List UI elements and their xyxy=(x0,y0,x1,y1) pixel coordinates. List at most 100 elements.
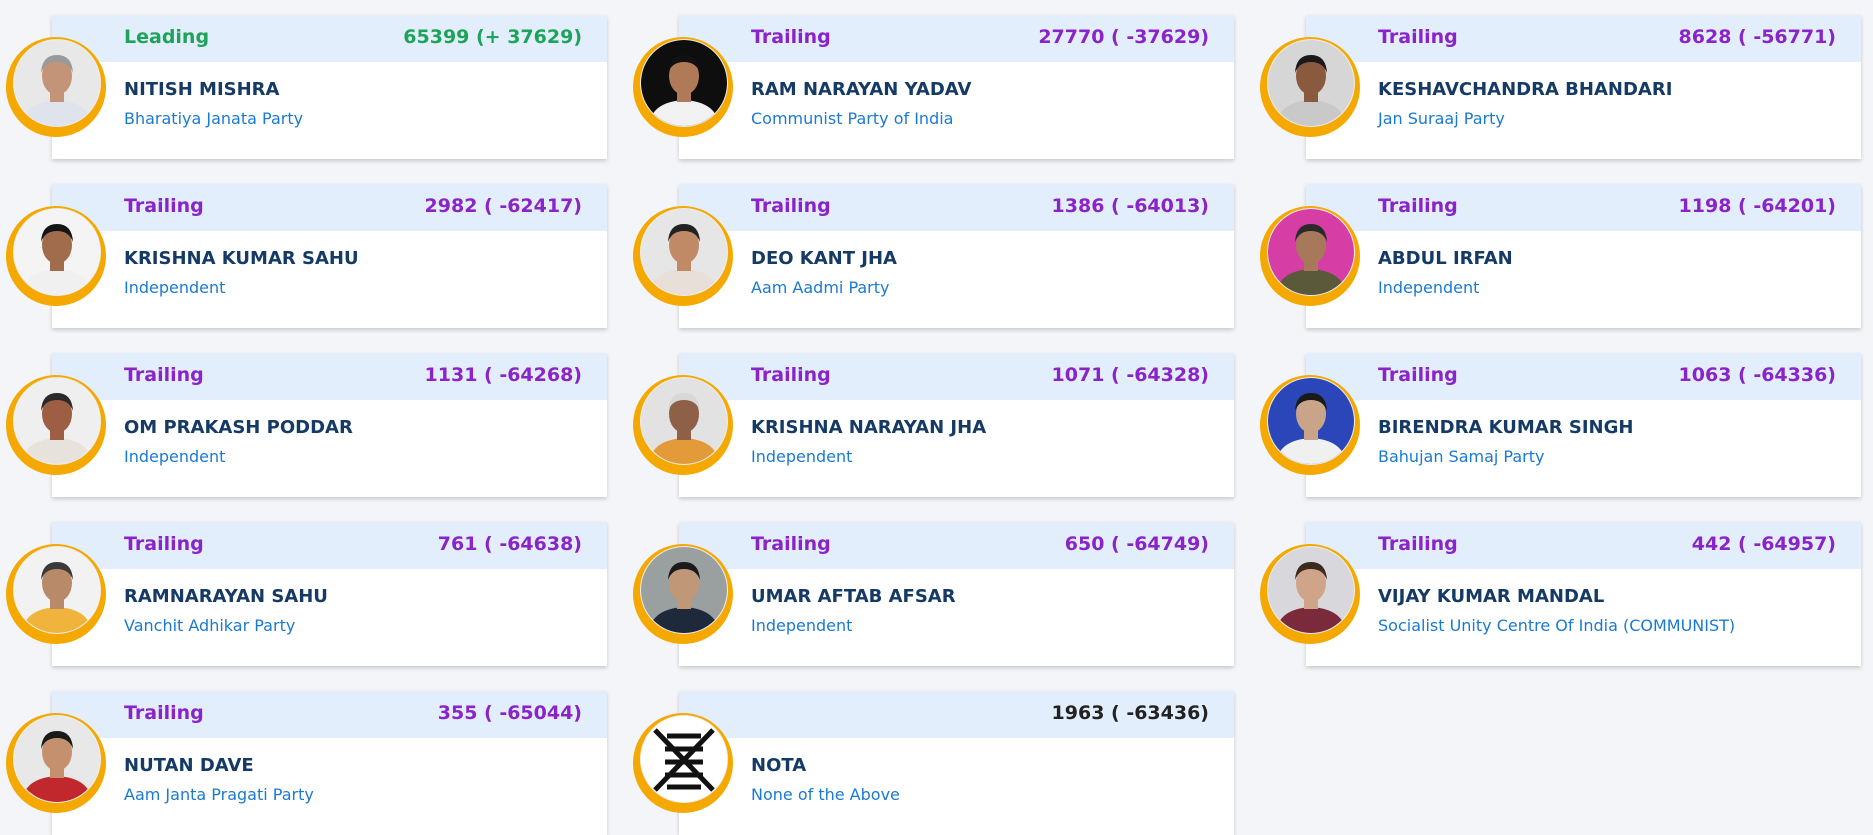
candidate-card[interactable]: Trailing 1386 ( -64013) DEO KANT JHA Aam… xyxy=(633,184,1234,328)
status-label: Trailing xyxy=(1378,533,1458,555)
card-header: Leading 65399 (+ 37629) xyxy=(52,15,607,62)
avatar xyxy=(1268,209,1354,295)
candidate-photo xyxy=(641,547,727,633)
nota-icon xyxy=(641,716,727,802)
candidate-name: ABDUL IRFAN xyxy=(1378,248,1513,269)
candidate-card[interactable]: Trailing 442 ( -64957) VIJAY KUMAR MANDA… xyxy=(1260,522,1861,666)
avatar xyxy=(641,40,727,126)
party-name: Bahujan Samaj Party xyxy=(1378,447,1545,466)
avatar xyxy=(1268,40,1354,126)
vote-count: 1198 ( -64201) xyxy=(1678,195,1836,217)
avatar-ring xyxy=(6,544,106,644)
party-name: Independent xyxy=(124,447,226,466)
candidate-card[interactable]: Trailing 1071 ( -64328) KRISHNA NARAYAN … xyxy=(633,353,1234,497)
vote-count: 8628 ( -56771) xyxy=(1678,26,1836,48)
status-label: Trailing xyxy=(124,364,204,386)
card-header: Trailing 1063 ( -64336) xyxy=(1306,353,1861,400)
party-name: Independent xyxy=(1378,278,1480,297)
avatar xyxy=(641,209,727,295)
avatar-ring xyxy=(1260,206,1360,306)
status-label: Leading xyxy=(124,26,210,48)
party-name: Bharatiya Janata Party xyxy=(124,109,304,128)
status-label: Trailing xyxy=(751,26,831,48)
avatar-ring xyxy=(633,37,733,137)
candidate-name: RAM NARAYAN YADAV xyxy=(751,79,972,100)
avatar-ring xyxy=(6,713,106,813)
status-label: Trailing xyxy=(1378,364,1458,386)
candidate-name: VIJAY KUMAR MANDAL xyxy=(1378,586,1605,607)
vote-count: 1063 ( -64336) xyxy=(1678,364,1836,386)
vote-count: 65399 (+ 37629) xyxy=(403,26,582,48)
candidate-name: NUTAN DAVE xyxy=(124,755,254,776)
avatar-ring xyxy=(633,544,733,644)
avatar xyxy=(641,378,727,464)
candidate-card[interactable]: Trailing 2982 ( -62417) KRISHNA KUMAR SA… xyxy=(6,184,607,328)
avatar xyxy=(14,378,100,464)
candidate-photo xyxy=(1268,209,1354,295)
candidate-name: RAMNARAYAN SAHU xyxy=(124,586,328,607)
candidate-photo xyxy=(1268,547,1354,633)
status-label: Trailing xyxy=(751,195,831,217)
candidate-photo xyxy=(1268,40,1354,126)
vote-count: 442 ( -64957) xyxy=(1691,533,1836,555)
vote-count: 1963 ( -63436) xyxy=(1051,702,1209,724)
candidate-photo xyxy=(641,378,727,464)
status-label: Trailing xyxy=(124,702,204,724)
avatar-ring xyxy=(1260,37,1360,137)
candidate-name: KRISHNA NARAYAN JHA xyxy=(751,417,987,438)
party-name: Aam Aadmi Party xyxy=(751,278,890,297)
candidate-name: KRISHNA KUMAR SAHU xyxy=(124,248,359,269)
avatar xyxy=(14,40,100,126)
candidate-photo xyxy=(14,547,100,633)
candidate-results-grid: Leading 65399 (+ 37629) NITISH MISHRA Bh… xyxy=(0,0,1873,835)
vote-count: 761 ( -64638) xyxy=(437,533,582,555)
avatar-ring xyxy=(633,206,733,306)
candidate-card[interactable]: Trailing 1198 ( -64201) ABDUL IRFAN Inde… xyxy=(1260,184,1861,328)
candidate-name: OM PRAKASH PODDAR xyxy=(124,417,353,438)
card-header: Trailing 8628 ( -56771) xyxy=(1306,15,1861,62)
candidate-photo xyxy=(641,40,727,126)
status-label: Trailing xyxy=(1378,26,1458,48)
party-name: Aam Janta Pragati Party xyxy=(124,785,314,804)
candidate-name: NITISH MISHRA xyxy=(124,79,280,100)
status-label: Trailing xyxy=(1378,195,1458,217)
status-label: Trailing xyxy=(751,364,831,386)
card-header: 1963 ( -63436) xyxy=(679,691,1234,738)
avatar-ring xyxy=(6,375,106,475)
candidate-card[interactable]: Trailing 8628 ( -56771) KESHAVCHANDRA BH… xyxy=(1260,15,1861,159)
candidate-card[interactable]: Trailing 1063 ( -64336) BIRENDRA KUMAR S… xyxy=(1260,353,1861,497)
party-name: Jan Suraaj Party xyxy=(1378,109,1505,128)
card-header: Trailing 1198 ( -64201) xyxy=(1306,184,1861,231)
candidate-card[interactable]: Trailing 761 ( -64638) RAMNARAYAN SAHU V… xyxy=(6,522,607,666)
candidate-name: NOTA xyxy=(751,755,807,776)
candidate-card[interactable]: Leading 65399 (+ 37629) NITISH MISHRA Bh… xyxy=(6,15,607,159)
candidate-card[interactable]: Trailing 650 ( -64749) UMAR AFTAB AFSAR … xyxy=(633,522,1234,666)
vote-count: 650 ( -64749) xyxy=(1064,533,1209,555)
avatar xyxy=(14,716,100,802)
avatar xyxy=(1268,378,1354,464)
candidate-card[interactable]: Trailing 355 ( -65044) NUTAN DAVE Aam Ja… xyxy=(6,691,607,835)
card-header: Trailing 355 ( -65044) xyxy=(52,691,607,738)
avatar xyxy=(14,209,100,295)
vote-count: 1386 ( -64013) xyxy=(1051,195,1209,217)
candidate-name: DEO KANT JHA xyxy=(751,248,897,269)
party-name: None of the Above xyxy=(751,785,900,804)
party-name: Independent xyxy=(751,447,853,466)
candidate-name: BIRENDRA KUMAR SINGH xyxy=(1378,417,1634,438)
candidate-card[interactable]: Trailing 1131 ( -64268) OM PRAKASH PODDA… xyxy=(6,353,607,497)
avatar-ring xyxy=(6,37,106,137)
nota-card[interactable]: 1963 ( -63436) NOTA None of the Above xyxy=(633,691,1234,835)
avatar-ring xyxy=(1260,544,1360,644)
card-header: Trailing 1071 ( -64328) xyxy=(679,353,1234,400)
candidate-name: KESHAVCHANDRA BHANDARI xyxy=(1378,79,1673,100)
candidate-photo xyxy=(14,378,100,464)
card-header: Trailing 27770 ( -37629) xyxy=(679,15,1234,62)
candidate-card[interactable]: Trailing 27770 ( -37629) RAM NARAYAN YAD… xyxy=(633,15,1234,159)
status-label: Trailing xyxy=(124,195,204,217)
candidate-photo xyxy=(14,209,100,295)
vote-count: 27770 ( -37629) xyxy=(1038,26,1209,48)
card-header: Trailing 1386 ( -64013) xyxy=(679,184,1234,231)
avatar xyxy=(14,547,100,633)
vote-count: 2982 ( -62417) xyxy=(424,195,582,217)
card-header: Trailing 2982 ( -62417) xyxy=(52,184,607,231)
